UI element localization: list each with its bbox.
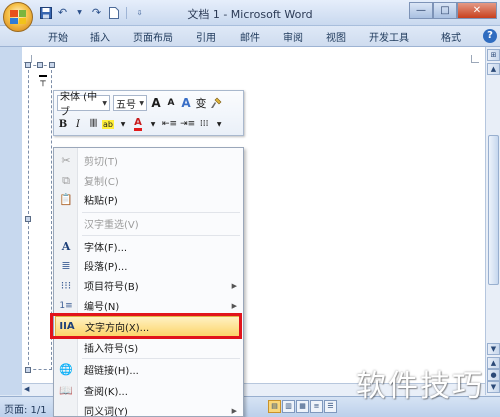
full-screen-reading-icon[interactable]: ▥: [282, 400, 295, 413]
maximize-button[interactable]: □: [433, 2, 457, 19]
resize-handle[interactable]: [25, 216, 31, 222]
menu-item-copy[interactable]: ⧉ 复制(C): [55, 170, 242, 191]
title-bar: ↶ ▼ ↷ ⇩ 文档 1 - Microsoft Word — □ ✕: [0, 0, 500, 26]
menu-item-cut[interactable]: ✂ 剪切(T): [55, 150, 242, 171]
menu-item-bullets[interactable]: ⁝⁝⁝ 项目符号(B) ▶: [55, 275, 242, 296]
highlight-frame: [50, 313, 242, 339]
resize-handle[interactable]: [25, 62, 31, 68]
tab-developer[interactable]: 开发工具: [369, 29, 409, 44]
font-color-icon[interactable]: A: [132, 116, 144, 132]
draft-view-icon[interactable]: ☰: [324, 400, 337, 413]
tab-insert[interactable]: 插入: [90, 29, 110, 44]
scroll-thumb[interactable]: [488, 135, 499, 285]
italic-button[interactable]: I: [72, 116, 84, 132]
help-icon[interactable]: ?: [483, 29, 497, 43]
previous-page-icon[interactable]: ▲: [487, 357, 500, 369]
submenu-arrow-icon: ▶: [231, 301, 237, 310]
submenu-arrow-icon: ▶: [231, 281, 237, 290]
minimize-button[interactable]: —: [409, 2, 433, 19]
text-cursor-icon: ┬: [39, 75, 47, 87]
view-buttons: ▤ ▥ ▦ ≡ ☰: [268, 400, 337, 413]
outline-view-icon[interactable]: ≡: [310, 400, 323, 413]
menu-item-synonyms[interactable]: 同义词(Y) ▶: [55, 400, 242, 417]
font-size-combo[interactable]: 五号 ▼: [113, 95, 147, 111]
numbering-icon: 1≡: [59, 300, 73, 311]
window-controls: — □ ✕: [409, 2, 497, 19]
tab-review[interactable]: 审阅: [283, 29, 303, 44]
watermark-text: 软件技巧: [356, 369, 484, 404]
close-button[interactable]: ✕: [457, 2, 497, 19]
office-logo-icon: [10, 10, 26, 24]
shrink-font-button[interactable]: A: [165, 95, 177, 111]
menu-item-hyperlink[interactable]: 🌐 超链接(H)...: [55, 359, 242, 380]
format-painter-icon[interactable]: [210, 95, 222, 111]
vertical-scrollbar[interactable]: ⊞ ▲ ▼ ▲ ● ▼: [485, 47, 500, 395]
tab-format[interactable]: 格式: [441, 29, 461, 44]
phonetic-guide-button[interactable]: 变: [195, 95, 207, 111]
lookup-icon: 📖: [59, 384, 73, 397]
grow-font-button[interactable]: A: [150, 95, 162, 111]
chevron-down-icon: ▼: [102, 99, 107, 107]
scissors-icon: ✂: [61, 154, 71, 167]
font-icon: A: [61, 240, 71, 253]
bullets-icon: ⁝⁝⁝: [60, 279, 72, 292]
tab-view[interactable]: 视图: [326, 29, 346, 44]
paste-icon: 📋: [59, 193, 73, 206]
next-page-icon[interactable]: ▼: [487, 381, 500, 393]
font-name-combo[interactable]: 宋体 (中ブ ▼: [57, 92, 110, 118]
context-menu: ✂ 剪切(T) ⧉ 复制(C) 📋 粘贴(P) 汉字重选(V) A 字体(F).…: [53, 147, 244, 417]
scroll-up-icon[interactable]: ▲: [487, 63, 500, 75]
highlight-color-icon[interactable]: ab: [102, 116, 114, 132]
menu-item-insert-symbol[interactable]: 插入符号(S): [55, 337, 242, 358]
menu-item-lookup[interactable]: 📖 查阅(K)...: [55, 380, 242, 401]
chevron-down-icon: ▼: [139, 99, 144, 107]
vertical-ruler: [0, 47, 22, 395]
resize-handle[interactable]: [49, 62, 55, 68]
decrease-indent-icon[interactable]: ⇤≡: [162, 116, 177, 132]
tab-page-layout[interactable]: 页面布局: [133, 29, 173, 44]
font-name-value: 宋体 (中ブ: [60, 92, 98, 118]
page-indicator[interactable]: 页面: 1/1: [4, 401, 47, 416]
chevron-down-icon[interactable]: ▼: [117, 116, 129, 132]
browse-object-icon[interactable]: ●: [487, 369, 500, 381]
styles-button[interactable]: A: [180, 95, 192, 111]
font-size-value: 五号: [116, 99, 136, 111]
scroll-left-icon[interactable]: ◀: [24, 385, 29, 393]
bullets-icon[interactable]: ⁞⁞⁞: [198, 116, 210, 132]
copy-icon: ⧉: [62, 173, 70, 187]
resize-handle[interactable]: [25, 367, 31, 373]
office-button[interactable]: [3, 2, 33, 32]
web-layout-icon[interactable]: ▦: [296, 400, 309, 413]
resize-handle[interactable]: [37, 62, 43, 68]
menu-item-font[interactable]: A 字体(F)...: [55, 236, 242, 257]
increase-indent-icon[interactable]: ⇥≡: [180, 116, 195, 132]
chevron-down-icon[interactable]: ▼: [213, 116, 225, 132]
center-align-icon[interactable]: ⫼⫼: [87, 116, 99, 132]
print-layout-icon[interactable]: ▤: [268, 400, 281, 413]
tab-home[interactable]: 开始: [48, 29, 68, 44]
ruler-toggle-icon[interactable]: ⊞: [487, 49, 500, 61]
menu-item-paragraph[interactable]: ≣ 段落(P)...: [55, 255, 242, 276]
vertical-text-box[interactable]: ┬: [25, 62, 55, 373]
bold-button[interactable]: B: [57, 116, 69, 132]
mini-toolbar: 宋体 (中ブ ▼ 五号 ▼ A A A 变 B I ⫼⫼ ab ▼ A ▼ ⇤≡…: [53, 90, 244, 136]
menu-item-paste[interactable]: 📋 粘贴(P): [55, 189, 242, 210]
tab-references[interactable]: 引用: [196, 29, 216, 44]
submenu-arrow-icon: ▶: [231, 406, 237, 415]
menu-item-reconvert[interactable]: 汉字重选(V): [55, 213, 242, 234]
hyperlink-icon: 🌐: [59, 363, 73, 376]
chevron-down-icon[interactable]: ▼: [147, 116, 159, 132]
scroll-down-icon[interactable]: ▼: [487, 343, 500, 355]
ribbon-tabs: 开始 插入 页面布局 引用 邮件 审阅 视图 开发工具 格式 ?: [0, 26, 500, 47]
paragraph-icon: ≣: [61, 259, 71, 272]
tab-mailings[interactable]: 邮件: [240, 29, 260, 44]
margin-marker: [471, 55, 479, 63]
